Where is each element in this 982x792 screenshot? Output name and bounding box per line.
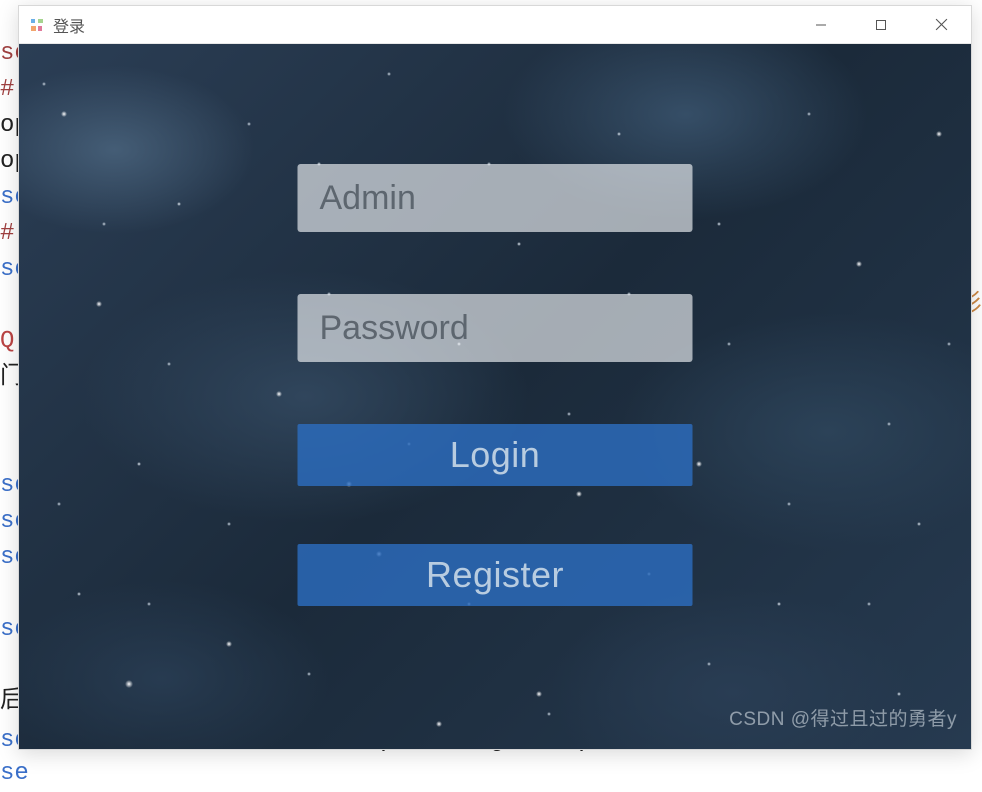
window-title: 登录 bbox=[53, 13, 791, 37]
code-fragment: # bbox=[0, 76, 14, 103]
client-area: Login Register CSDN @得过且过的勇者y bbox=[19, 44, 971, 749]
code-fragment: se bbox=[0, 760, 29, 787]
app-icon bbox=[29, 17, 45, 33]
register-button[interactable]: Register bbox=[298, 544, 693, 606]
close-button[interactable] bbox=[911, 6, 971, 43]
code-fragment: # bbox=[0, 220, 14, 247]
window-controls bbox=[791, 6, 971, 43]
password-input[interactable] bbox=[298, 294, 693, 362]
watermark-text: CSDN @得过且过的勇者y bbox=[729, 704, 957, 731]
login-window: 登录 Login Register CSDN @得过且过的勇者y bbox=[18, 5, 972, 750]
code-fragment: Q bbox=[0, 328, 14, 355]
maximize-button[interactable] bbox=[851, 6, 911, 43]
titlebar: 登录 bbox=[19, 6, 971, 44]
minimize-button[interactable] bbox=[791, 6, 851, 43]
username-input[interactable] bbox=[298, 164, 693, 232]
login-button[interactable]: Login bbox=[298, 424, 693, 486]
login-form: Login Register bbox=[298, 164, 693, 606]
